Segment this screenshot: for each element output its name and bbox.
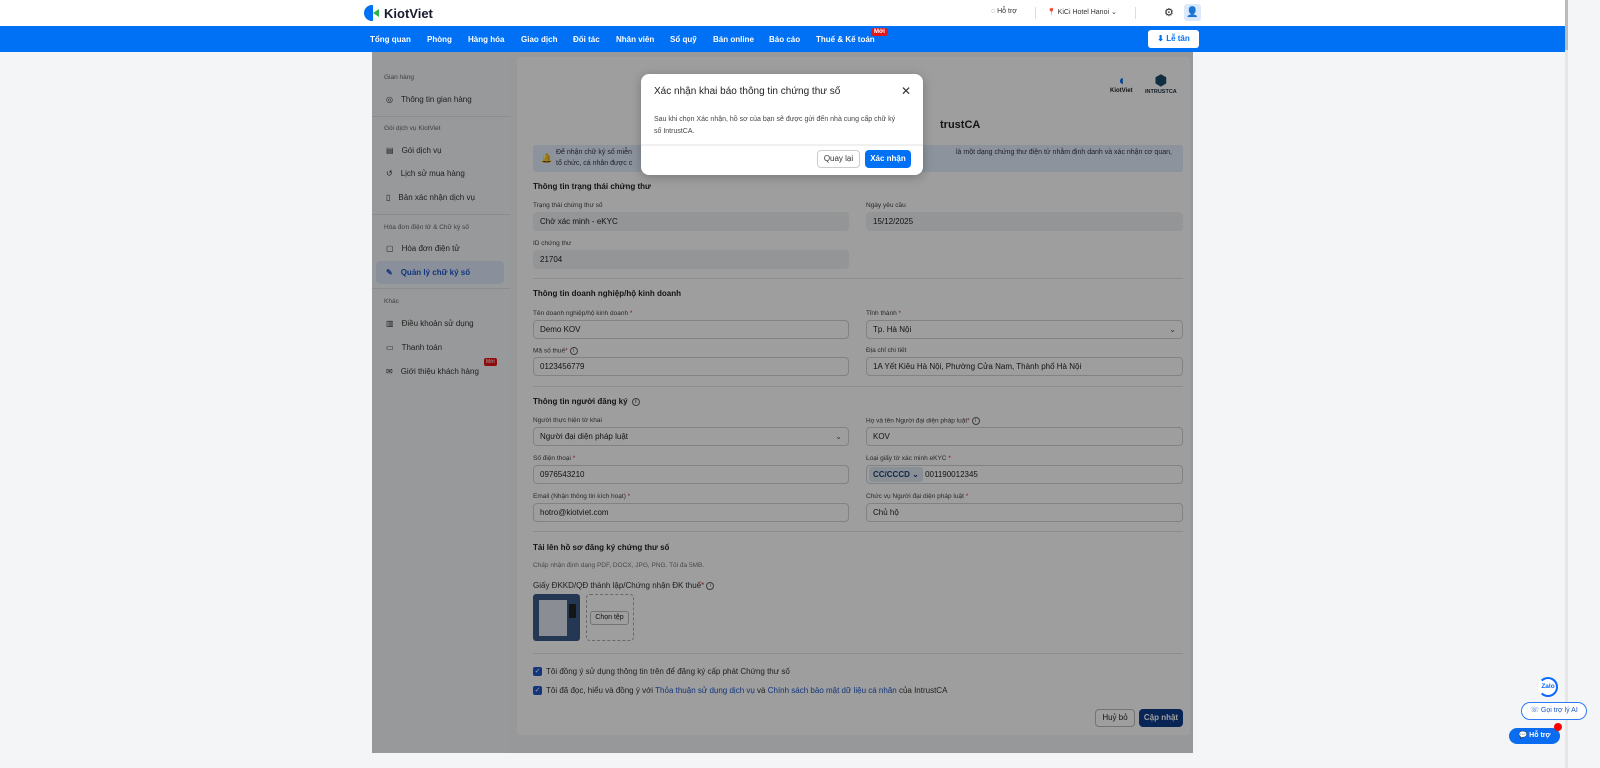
notification-dot: [1554, 723, 1562, 731]
nav-so-quy[interactable]: Sổ quỹ: [670, 35, 697, 44]
chevron-down-icon: ⌄: [1110, 9, 1117, 16]
gear-icon[interactable]: ⚙: [1164, 6, 1174, 19]
close-icon[interactable]: ✕: [901, 84, 911, 98]
divider: [1035, 7, 1036, 19]
top-bar: [0, 0, 1565, 26]
zalo-button[interactable]: Zalo: [1538, 677, 1558, 697]
reception-label: Lễ tân: [1166, 34, 1190, 43]
ai-label: Gọi trợ lý AI: [1540, 707, 1578, 714]
user-avatar[interactable]: 👤: [1184, 4, 1201, 21]
reception-icon: ⬇: [1157, 34, 1164, 43]
nav-thue-ke-toan[interactable]: Thuế & Kế toán: [816, 35, 875, 44]
divider: [1135, 7, 1136, 19]
new-badge: Mới: [871, 28, 888, 36]
support-chat-button[interactable]: 💬 Hỗ trợ: [1509, 728, 1560, 744]
chat-icon: 💬: [1518, 732, 1528, 739]
confirm-button[interactable]: Xác nhận: [865, 150, 911, 168]
branch-selector[interactable]: 📍 KiCi Hotel Hanoi ⌄: [1047, 8, 1117, 16]
scrollbar[interactable]: [1565, 0, 1568, 768]
dialog-title: Xác nhận khai báo thông tin chứng thư số: [654, 86, 841, 97]
location-pin-icon: 📍: [1047, 9, 1056, 16]
nav-giao-dich[interactable]: Giao dịch: [521, 35, 557, 44]
back-button[interactable]: Quay lại: [817, 150, 860, 168]
nav-nhan-vien[interactable]: Nhân viên: [616, 35, 654, 44]
reception-button[interactable]: ⬇ Lễ tân: [1148, 30, 1199, 48]
kiotviet-logo-icon: [364, 5, 380, 21]
confirm-dialog: Xác nhận khai báo thông tin chứng thư số…: [641, 74, 923, 175]
divider: [641, 144, 923, 146]
phone-plus-icon: ☏: [1530, 707, 1539, 714]
support-label: Hỗ trợ: [1529, 732, 1551, 739]
kiotviet-logo[interactable]: KiotViet: [364, 5, 433, 21]
dialog-message: Sau khi chọn Xác nhận, hồ sơ của bạn sẽ …: [654, 116, 896, 135]
brand-name: KiotViet: [384, 5, 433, 21]
main-nav: Tổng quan Phòng Hàng hóa Giao dịch Đối t…: [0, 26, 1565, 52]
nav-ban-online[interactable]: Bán online: [713, 35, 754, 44]
ai-assistant-button[interactable]: ☏ Gọi trợ lý AI: [1521, 702, 1587, 720]
help-link[interactable]: ◌ Hỗ trợ: [991, 8, 1017, 15]
nav-bao-cao[interactable]: Báo cáo: [769, 35, 800, 44]
help-label: Hỗ trợ: [997, 8, 1017, 15]
nav-tong-quan[interactable]: Tổng quan: [370, 35, 411, 44]
nav-doi-tac[interactable]: Đối tác: [573, 35, 600, 44]
branch-name: KiCi Hotel Hanoi: [1057, 9, 1110, 16]
nav-hang-hoa[interactable]: Hàng hóa: [468, 35, 504, 44]
nav-phong[interactable]: Phòng: [427, 35, 452, 44]
